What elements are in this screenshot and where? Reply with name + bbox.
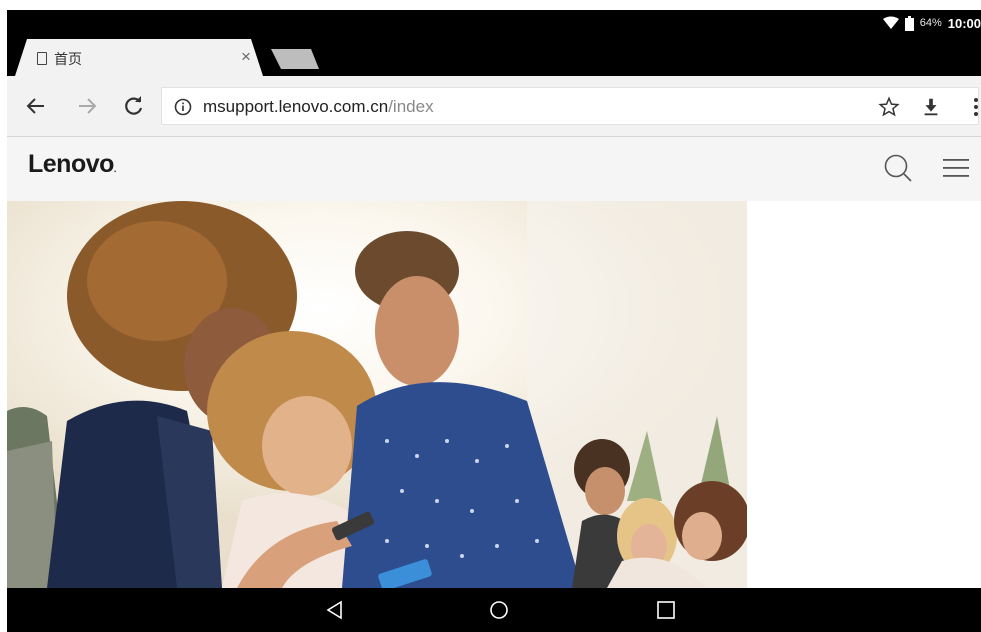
recents-square-icon[interactable]: [656, 600, 676, 620]
reload-icon[interactable]: [122, 94, 146, 118]
wifi-icon: [882, 16, 899, 29]
page-content: [7, 201, 981, 588]
battery-percent: 64%: [919, 17, 942, 29]
battery-icon: [904, 15, 914, 31]
url-path: /index: [388, 97, 434, 116]
hamburger-menu-icon[interactable]: [943, 157, 969, 179]
more-vert-icon[interactable]: [972, 96, 980, 118]
lenovo-logo[interactable]: Lenovo.: [28, 150, 116, 179]
new-tab-button[interactable]: [271, 49, 319, 69]
tab-home[interactable]: 首页 ×: [15, 39, 263, 76]
star-icon[interactable]: [878, 96, 900, 118]
search-icon[interactable]: [883, 153, 913, 183]
close-icon[interactable]: ×: [241, 47, 251, 67]
site-header: Lenovo.: [7, 137, 981, 201]
home-circle-icon[interactable]: [489, 600, 509, 620]
back-arrow-icon[interactable]: [24, 94, 48, 118]
info-icon[interactable]: [174, 98, 192, 116]
address-bar[interactable]: msupport.lenovo.com.cn/index: [161, 87, 979, 125]
browser-toolbar: msupport.lenovo.com.cn/index: [7, 76, 981, 137]
hero-image: [7, 201, 747, 588]
status-right: 64% 10:00: [882, 14, 981, 32]
clock: 10:00: [947, 15, 981, 31]
url-host: msupport.lenovo.com.cn: [203, 97, 389, 116]
forward-arrow-icon[interactable]: [75, 94, 99, 118]
tab-title: 首页: [54, 51, 82, 67]
download-icon[interactable]: [920, 96, 942, 118]
screen: 64% 10:00 首页 × msupport.lenovo.com.cn/in…: [7, 10, 981, 632]
logo-suffix: .: [113, 164, 117, 174]
url-text[interactable]: msupport.lenovo.com.cn/index: [203, 97, 434, 117]
document-icon: [37, 52, 47, 65]
logo-text: Lenovo: [28, 150, 114, 178]
back-triangle-icon[interactable]: [325, 600, 345, 620]
tab-strip: 首页 ×: [7, 36, 981, 76]
status-bar: 64% 10:00: [7, 10, 981, 36]
system-nav-bar: [7, 588, 981, 632]
